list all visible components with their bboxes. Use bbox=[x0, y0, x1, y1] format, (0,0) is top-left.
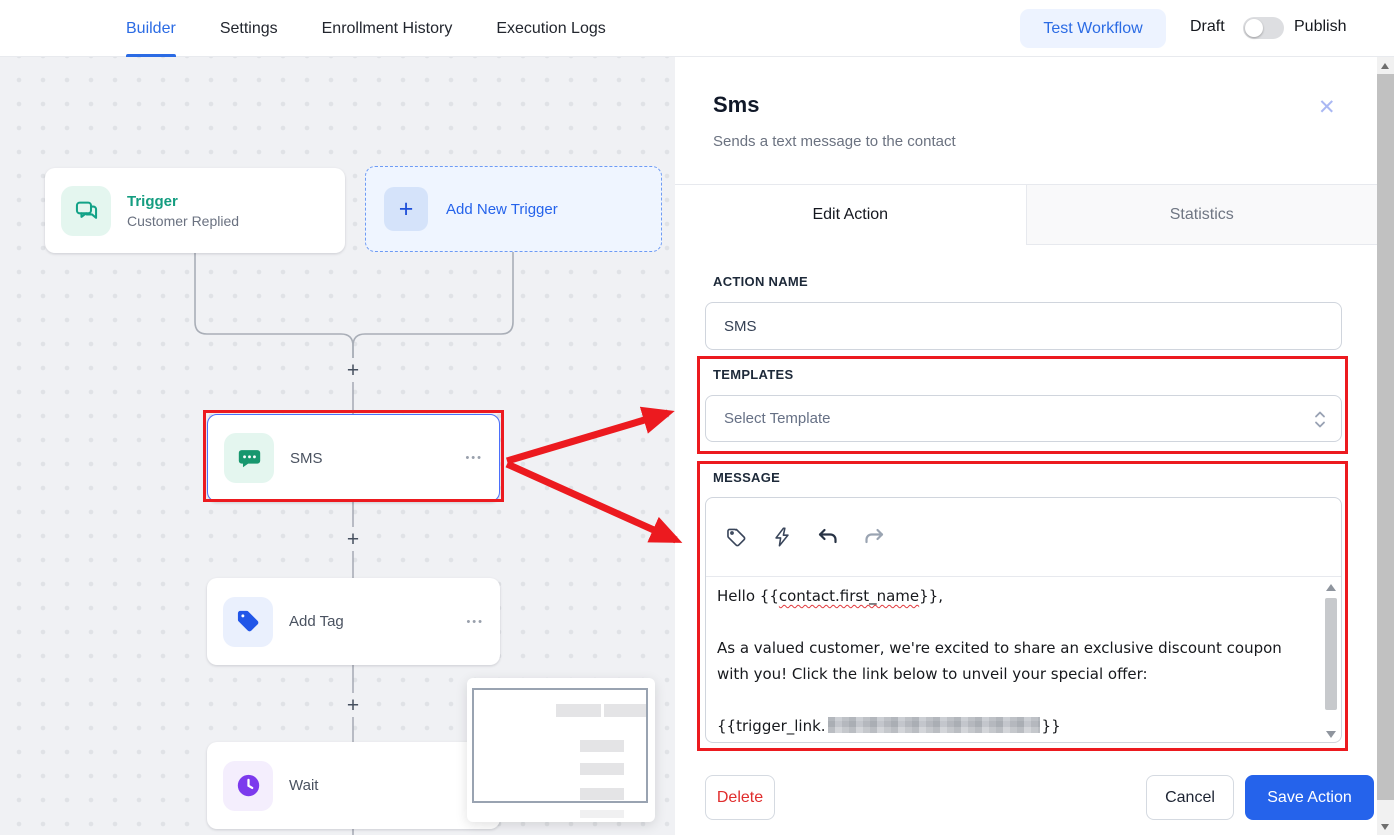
trigger-link-prefix: {{trigger_link. bbox=[717, 717, 826, 735]
toggle-knob bbox=[1245, 19, 1263, 37]
delete-button[interactable]: Delete bbox=[705, 775, 775, 820]
minimap-node-bar bbox=[556, 704, 601, 717]
panel-title: Sms bbox=[713, 92, 759, 118]
action-settings-panel: Sms Sends a text message to the contact … bbox=[675, 57, 1377, 835]
panel-subtitle: Sends a text message to the contact bbox=[713, 133, 956, 150]
textarea-scrollbar-thumb[interactable] bbox=[1325, 598, 1337, 710]
wait-node[interactable]: Wait bbox=[207, 742, 500, 829]
minimap-node-bar bbox=[580, 788, 624, 800]
textarea-scrollbar[interactable] bbox=[1324, 580, 1339, 740]
scroll-down-arrow-icon[interactable] bbox=[1326, 731, 1336, 738]
tab-builder[interactable]: Builder bbox=[126, 0, 176, 57]
custom-values-lightning-icon[interactable] bbox=[770, 525, 794, 549]
add-tag-node-label: Add Tag bbox=[289, 613, 344, 630]
add-tag-node-menu-icon[interactable]: ••• bbox=[466, 616, 484, 628]
trigger-node-subtitle: Customer Replied bbox=[127, 213, 239, 229]
tab-settings[interactable]: Settings bbox=[220, 0, 278, 57]
merge-tag-icon[interactable] bbox=[724, 525, 748, 549]
sms-node-label: SMS bbox=[290, 450, 323, 467]
sms-bubble-icon bbox=[224, 433, 274, 483]
message-merge-variable: contact.first_name bbox=[779, 587, 919, 605]
tag-icon bbox=[223, 597, 273, 647]
tab-enrollment-history[interactable]: Enrollment History bbox=[322, 0, 453, 57]
trigger-node-title: Trigger bbox=[127, 193, 239, 210]
action-name-label: ACTION NAME bbox=[713, 274, 808, 289]
redo-icon[interactable] bbox=[862, 525, 886, 549]
top-navigation-bar: Builder Settings Enrollment History Exec… bbox=[0, 0, 1394, 57]
message-label: MESSAGE bbox=[713, 470, 780, 485]
message-editor: Hello {{contact.first_name}}, As a value… bbox=[705, 497, 1342, 743]
workflow-canvas[interactable]: Trigger Customer Replied + Add New Trigg… bbox=[0, 57, 675, 835]
test-workflow-button[interactable]: Test Workflow bbox=[1020, 9, 1166, 48]
scrollbar-up-arrow-icon[interactable] bbox=[1377, 57, 1394, 74]
cancel-button[interactable]: Cancel bbox=[1146, 775, 1234, 820]
template-select-placeholder: Select Template bbox=[724, 410, 830, 427]
tab-statistics[interactable]: Statistics bbox=[1026, 185, 1378, 245]
clock-icon bbox=[223, 761, 273, 811]
chat-bubbles-icon bbox=[61, 186, 111, 236]
add-step-plus-icon[interactable]: + bbox=[341, 527, 365, 551]
panel-tabs: Edit Action Statistics bbox=[675, 184, 1377, 245]
minimap-node-bar bbox=[604, 704, 646, 717]
templates-label: TEMPLATES bbox=[713, 367, 793, 382]
trigger-node[interactable]: Trigger Customer Replied bbox=[45, 168, 345, 253]
save-action-button[interactable]: Save Action bbox=[1245, 775, 1374, 820]
tab-edit-action[interactable]: Edit Action bbox=[675, 185, 1026, 245]
plus-icon: + bbox=[384, 187, 428, 231]
window-scrollbar[interactable] bbox=[1377, 57, 1394, 835]
minimap-node-bar bbox=[580, 810, 624, 818]
add-step-plus-icon[interactable]: + bbox=[341, 693, 365, 717]
template-select[interactable]: Select Template bbox=[705, 395, 1342, 442]
message-greeting-prefix: Hello {{ bbox=[717, 587, 779, 605]
scroll-up-arrow-icon[interactable] bbox=[1326, 584, 1336, 591]
publish-label: Publish bbox=[1294, 18, 1346, 36]
message-editor-toolbar bbox=[706, 498, 1341, 576]
window-scrollbar-thumb[interactable] bbox=[1377, 74, 1394, 800]
add-tag-node[interactable]: Add Tag ••• bbox=[207, 578, 500, 665]
message-greeting-suffix: }}, bbox=[919, 587, 943, 605]
add-new-trigger-button[interactable]: + Add New Trigger bbox=[365, 166, 662, 252]
trigger-node-text: Trigger Customer Replied bbox=[127, 193, 239, 229]
undo-icon[interactable] bbox=[816, 525, 840, 549]
add-new-trigger-label: Add New Trigger bbox=[446, 201, 558, 218]
sms-node-menu-icon[interactable]: ••• bbox=[465, 452, 483, 464]
tab-execution-logs[interactable]: Execution Logs bbox=[496, 0, 605, 57]
minimap-node-bar bbox=[580, 740, 624, 752]
add-step-plus-icon[interactable]: + bbox=[341, 358, 365, 382]
message-textarea[interactable]: Hello {{contact.first_name}}, As a value… bbox=[706, 576, 1341, 742]
close-icon[interactable]: ✕ bbox=[1318, 95, 1336, 120]
wait-node-label: Wait bbox=[289, 777, 318, 794]
redacted-link-value bbox=[828, 717, 1040, 733]
action-name-input[interactable] bbox=[705, 302, 1342, 350]
draft-label: Draft bbox=[1190, 18, 1225, 36]
sms-node[interactable]: SMS ••• bbox=[207, 414, 500, 502]
trigger-link-suffix: }} bbox=[1042, 717, 1061, 735]
message-body-text: As a valued customer, we're excited to s… bbox=[717, 639, 1282, 683]
publish-toggle[interactable] bbox=[1243, 17, 1284, 39]
scrollbar-down-arrow-icon[interactable] bbox=[1377, 818, 1394, 835]
minimap-node-bar bbox=[580, 763, 624, 775]
canvas-minimap[interactable] bbox=[467, 678, 655, 822]
workflow-nav-tabs: Builder Settings Enrollment History Exec… bbox=[126, 0, 606, 57]
chevron-up-down-icon bbox=[1313, 408, 1327, 436]
